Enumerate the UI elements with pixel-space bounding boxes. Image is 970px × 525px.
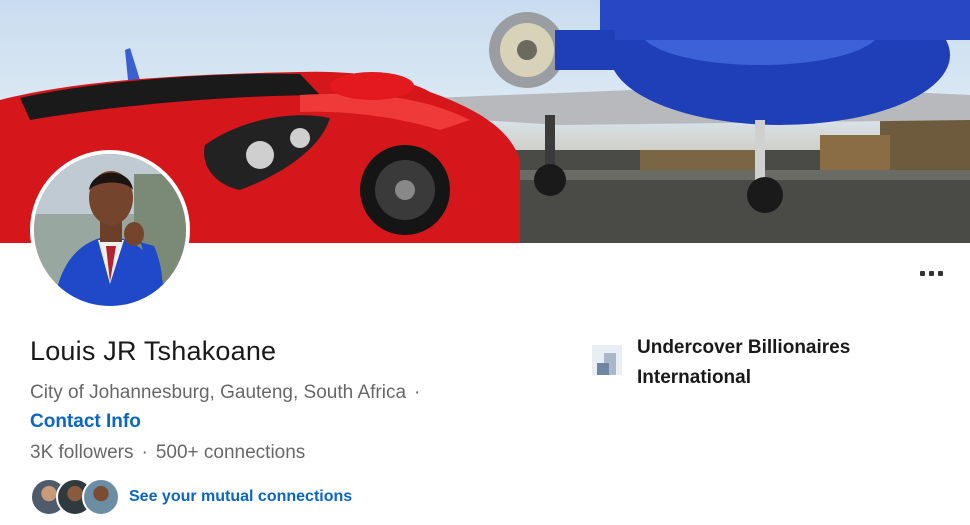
location-separator: · <box>414 382 421 403</box>
person-photo <box>34 154 186 306</box>
company-logo-icon <box>592 345 622 375</box>
mutual-avatar <box>82 478 120 516</box>
contact-info-link[interactable]: Contact Info <box>30 411 141 433</box>
more-options-icon <box>919 270 943 276</box>
more-options-button[interactable] <box>911 259 951 287</box>
profile-name: Louis JR Tshakoane <box>30 336 277 366</box>
mutual-connections-avatars <box>30 478 122 516</box>
profile-stats: 3K followers · 500+ connections <box>30 442 305 464</box>
mutual-connections-link[interactable]: See your mutual connections <box>30 478 352 516</box>
location-text: City of Johannesburg, Gauteng, South Afr… <box>30 382 407 403</box>
followers-count: 3K followers <box>30 442 134 463</box>
stats-separator: · <box>141 442 148 463</box>
connections-count[interactable]: 500+ connections <box>156 442 305 463</box>
company-name[interactable]: Undercover Billionaires International <box>637 333 897 393</box>
mutual-connections-label[interactable]: See your mutual connections <box>129 488 352 506</box>
current-company[interactable]: Undercover Billionaires International <box>592 333 897 393</box>
avatar <box>34 154 186 306</box>
profile-location: City of Johannesburg, Gauteng, South Afr… <box>30 382 420 404</box>
profile-photo[interactable] <box>30 150 190 310</box>
